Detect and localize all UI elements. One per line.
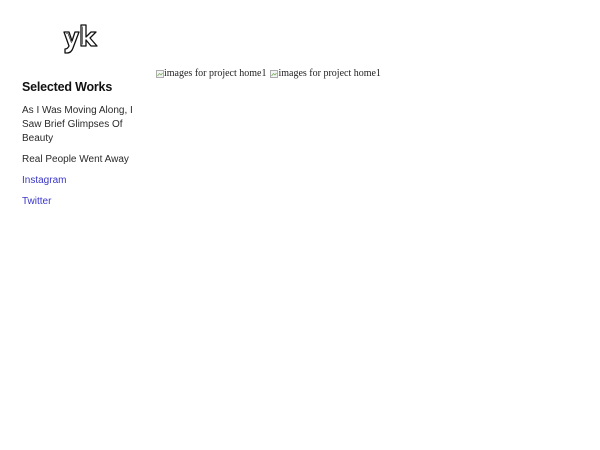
page: Selected Works As I Was Moving Along, I … [0, 0, 600, 450]
project-image[interactable]: images for project home1 [270, 68, 381, 79]
project-link-real-people[interactable]: Real People Went Away [22, 153, 147, 167]
image-alt-text: images for project home1 [164, 68, 267, 79]
logo-mark [63, 24, 98, 54]
sidebar: Selected Works As I Was Moving Along, I … [22, 22, 147, 216]
project-image[interactable]: images for project home1 [156, 68, 266, 79]
site-logo[interactable] [62, 22, 104, 58]
instagram-link[interactable]: Instagram [22, 174, 147, 188]
section-title: Selected Works [22, 80, 113, 94]
broken-image-icon [156, 69, 164, 78]
project-link-brief-glimpses[interactable]: As I Was Moving Along, I Saw Brief Glimp… [22, 104, 147, 146]
project-gallery: images for project home1 images for proj… [156, 68, 381, 79]
twitter-link[interactable]: Twitter [22, 195, 147, 209]
image-alt-text: images for project home1 [278, 68, 381, 79]
broken-image-icon [270, 69, 279, 78]
